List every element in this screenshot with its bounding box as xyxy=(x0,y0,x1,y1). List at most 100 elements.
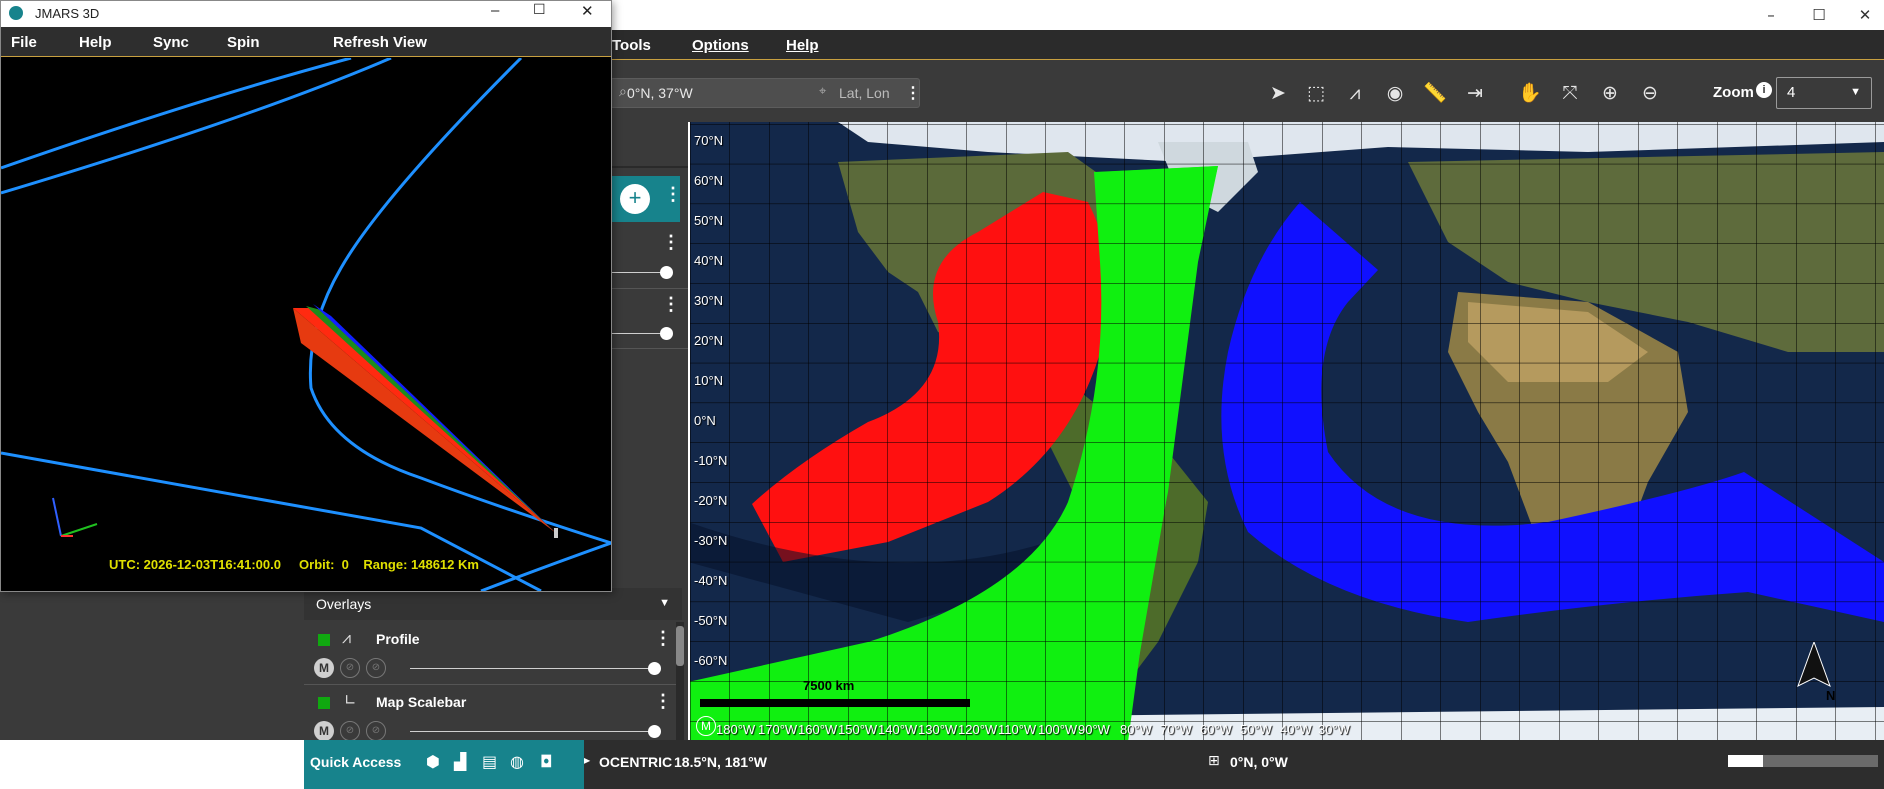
layer-options-icon[interactable]: ⋮ xyxy=(662,232,680,253)
grid-icon: ⊞ xyxy=(1208,753,1220,769)
minimize-icon[interactable]: – xyxy=(1760,4,1782,26)
layer-options-icon[interactable]: ⋮ xyxy=(654,628,672,649)
pan-hand-icon[interactable]: ✋ xyxy=(1515,78,1545,108)
scalebar-label: 7500 km xyxy=(803,678,855,693)
main-view-toggle[interactable]: M xyxy=(314,658,334,678)
fit-extent-icon[interactable]: ⤧ xyxy=(1555,78,1585,108)
document-icon[interactable]: ▤ xyxy=(482,752,497,771)
layer-options-icon[interactable]: ⋮ xyxy=(662,294,680,315)
overlays-header[interactable]: Overlays ▼ xyxy=(304,588,682,620)
scalebar-icon: ∟ xyxy=(344,691,357,709)
opacity-slider-handle[interactable] xyxy=(660,266,673,279)
menu-spin[interactable]: Spin xyxy=(227,34,260,51)
map-view[interactable]: 7500 km N M xyxy=(688,122,1884,740)
lon-label: 160°W xyxy=(798,722,838,737)
maximize-icon[interactable]: ☐ xyxy=(533,2,546,18)
lat-label: -60°N xyxy=(694,653,728,668)
layer-name: Profile xyxy=(376,631,420,647)
app-logo-icon xyxy=(9,6,23,20)
layer-options-icon[interactable]: ⋮ xyxy=(654,691,672,712)
lon-label: 110°W xyxy=(998,722,1037,737)
zoom-out-icon[interactable]: ⊖ xyxy=(1635,78,1665,108)
lat-label: -30°N xyxy=(694,533,728,548)
map-m-icon[interactable]: M xyxy=(696,716,716,736)
utc-readout: UTC: 2026-12-03T16:41:00.0 xyxy=(109,557,281,572)
globe-icon[interactable]: ◍ xyxy=(510,752,524,771)
scrollbar-thumb[interactable] xyxy=(676,626,684,666)
lat-label: 30°N xyxy=(694,293,724,308)
lon-label: 90°W xyxy=(1078,722,1110,737)
lon-label: 130°W xyxy=(918,722,958,737)
lon-label: 150°W xyxy=(838,722,878,737)
menu-help[interactable]: Help xyxy=(79,34,112,51)
panner-toggle-icon[interactable]: ⊘ xyxy=(340,658,360,678)
spacecraft-marker xyxy=(554,528,558,538)
minimize-icon[interactable]: – xyxy=(491,2,499,19)
crosshair-icon: ⌖ xyxy=(819,84,827,99)
profile-chart-icon: ⩘ xyxy=(342,628,352,647)
vr-headset-icon[interactable]: ◘ xyxy=(540,752,553,771)
map-canvas[interactable] xyxy=(688,122,1884,740)
maximize-icon[interactable]: ☐ xyxy=(1808,4,1830,26)
range-readout: Range: 148612 Km xyxy=(363,557,479,572)
opacity-slider-handle[interactable] xyxy=(648,725,661,738)
memory-bar xyxy=(1728,755,1878,767)
chevron-down-icon: ▼ xyxy=(1850,86,1861,98)
window-title: JMARS 3D xyxy=(35,6,100,21)
lat-label: 70°N xyxy=(694,133,724,148)
lon-label: 170°W xyxy=(758,722,798,737)
3d-toggle-icon[interactable]: ⊘ xyxy=(366,721,386,741)
quick-access-bar: Quick Access ⬢ ▟ ▤ ◍ ◘ xyxy=(304,740,584,789)
lon-label: 120°W xyxy=(958,722,998,737)
add-layer-button[interactable]: + xyxy=(620,184,650,214)
panner-toggle-icon[interactable]: ⊘ xyxy=(340,721,360,741)
layer-scrollbar[interactable] xyxy=(676,622,684,740)
search-icon: ⌕ xyxy=(619,84,627,100)
menu-file[interactable]: File xyxy=(11,34,37,51)
close-icon[interactable]: ✕ xyxy=(1854,4,1876,26)
coord-mode-label[interactable]: Lat, Lon xyxy=(839,85,890,101)
lon-label: 30°W xyxy=(1318,722,1350,737)
zoom-in-icon[interactable]: ⊕ xyxy=(1595,78,1625,108)
layer-row-profile[interactable]: ⩘ Profile ⋮ M ⊘ ⊘ xyxy=(304,622,676,682)
jmars-3d-titlebar[interactable]: JMARS 3D – ☐ ✕ xyxy=(1,1,611,27)
menu-refresh-view[interactable]: Refresh View xyxy=(333,34,427,51)
more-options-icon[interactable]: ⋮ xyxy=(664,184,682,205)
lat-label: 60°N xyxy=(694,173,724,188)
lon-label: 40°W xyxy=(1280,722,1312,737)
pointer-icon[interactable]: ➤ xyxy=(1263,78,1293,108)
main-view-toggle[interactable]: M xyxy=(314,721,334,741)
3d-viewport[interactable] xyxy=(1,58,611,591)
layer-color-swatch[interactable] xyxy=(318,697,330,709)
menu-sync[interactable]: Sync xyxy=(153,34,189,51)
search-input[interactable]: 0°N, 37°W xyxy=(627,85,693,101)
layer-color-swatch[interactable] xyxy=(318,634,330,646)
profile-chart-icon[interactable]: ⩘ xyxy=(1340,78,1370,108)
more-options-icon[interactable]: ⋮ xyxy=(905,83,921,103)
lat-label: 0°N xyxy=(694,413,716,428)
lat-label: -40°N xyxy=(694,573,728,588)
jmars-3d-window[interactable]: JMARS 3D – ☐ ✕ File Help Sync Spin Refre… xyxy=(0,0,612,592)
3d-hud: UTC: 2026-12-03T16:41:00.0 Orbit: 0 Rang… xyxy=(109,557,479,572)
add-layer-bar: + ⋮ xyxy=(608,176,682,222)
layer-row-map-scalebar[interactable]: ∟ Map Scalebar ⋮ M ⊘ ⊘ xyxy=(304,684,676,741)
menu-help[interactable]: Help xyxy=(786,37,819,54)
close-icon[interactable]: ✕ xyxy=(581,2,594,20)
layer-name: Map Scalebar xyxy=(376,694,467,710)
ruler-icon[interactable]: 📏 xyxy=(1420,78,1450,108)
eye-icon[interactable]: ◉ xyxy=(1380,78,1410,108)
chart-icon[interactable]: ▟ xyxy=(454,752,466,771)
menu-tools[interactable]: Tools xyxy=(612,37,651,54)
3d-toggle-icon[interactable]: ⊘ xyxy=(366,658,386,678)
select-box-icon[interactable]: ⬚ xyxy=(1301,78,1331,108)
3d-cube-icon[interactable]: ⬢ xyxy=(426,752,440,771)
location-search[interactable]: ⌕ 0°N, 37°W ⌖ Lat, Lon ⋮ xyxy=(610,78,921,108)
lon-label: 60°W xyxy=(1200,722,1232,737)
zoom-select[interactable]: 4 ▼ xyxy=(1776,77,1872,109)
export-icon[interactable]: ⇥ xyxy=(1460,78,1490,108)
info-icon[interactable]: i xyxy=(1756,82,1772,98)
menu-options[interactable]: Options xyxy=(692,37,749,54)
opacity-slider-handle[interactable] xyxy=(660,327,673,340)
lat-label: 10°N xyxy=(694,373,724,388)
opacity-slider-handle[interactable] xyxy=(648,662,661,675)
